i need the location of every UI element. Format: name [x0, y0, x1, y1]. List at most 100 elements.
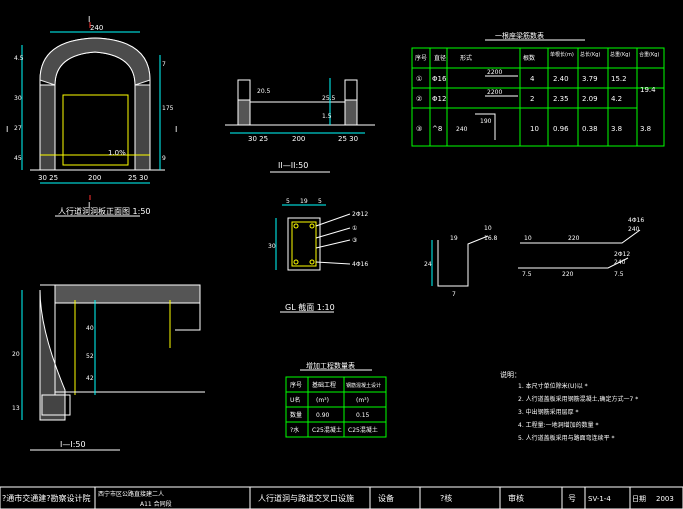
rebar-r1-no: ① [416, 75, 422, 83]
tb-project: 西宁市区公路直接建二人 [98, 490, 164, 498]
rebar-header-no: 序号 [415, 54, 427, 62]
section-mark-left: I [6, 125, 8, 134]
rebar-r3-shape2: 240 [456, 126, 468, 133]
rebar-header-shape: 形式 [460, 54, 472, 62]
qty-table-title: 增加工程数量表 [306, 361, 355, 370]
tb-designer: 设备 [378, 493, 394, 503]
arch-left-dim-3: 27 [14, 125, 22, 132]
section1-dim-3: 42 [86, 375, 94, 382]
tb-company: ?通市交通建?勘察设计院 [2, 493, 91, 503]
section-mark-top: I [88, 15, 90, 24]
section2-bottom-right: 25 30 [338, 135, 358, 143]
gl-top-dim-3: 5 [318, 198, 322, 205]
gl-bar-label-2: ① [352, 225, 357, 232]
shape3-dim-1: 7.5 [522, 271, 532, 278]
rebar-merged-total: 19.4 [640, 86, 656, 94]
shape2-dim-4: 240 [628, 226, 640, 233]
tb-number-label: 号 [568, 494, 576, 503]
rebar-table-title: 一根座梁筋数表 [495, 31, 544, 40]
arch-left-dim-1: 4.5 [14, 55, 24, 62]
qty-header-2: 钢筋混凝土设计 [346, 382, 381, 389]
rebar-r2-weight: 4.2 [611, 95, 622, 103]
arch-slope: 1.0% [108, 149, 126, 157]
qty-r1-c0: U名 [290, 396, 300, 404]
qty-r3-c2: C25混凝土 [348, 426, 378, 434]
qty-r3-c1: C25混凝土 [312, 426, 342, 434]
rebar-r3-unit-len: 0.96 [553, 125, 569, 133]
rebar-r1-shape: 2200 [487, 69, 502, 76]
section2-bottom-mid: 200 [292, 135, 305, 143]
rebar-r3-total-len: 0.38 [582, 125, 598, 133]
rebar-r3-count: 10 [530, 125, 539, 133]
tb-project2: A11 合同段 [140, 500, 172, 508]
shape1-dim-2: 24 [424, 261, 432, 268]
qty-r2-c0: 数量 [290, 411, 302, 419]
qty-r2-c2: 0.15 [356, 412, 370, 419]
section2-dim-1: 20.5 [257, 88, 271, 95]
tb-reviewer: ?核 [440, 493, 452, 503]
section-1-drawing [21, 284, 205, 451]
notes-title: 说明： [500, 370, 521, 379]
rebar-r1-weight: 15.2 [611, 75, 627, 83]
qty-r3-c0: ?水 [290, 426, 299, 434]
note-5: 5. 人行道盖板采用与路面弯连续平 * [518, 434, 615, 442]
tb-drawing-title: 人行道洞与路道交叉口设施 [258, 493, 354, 503]
arch-left-dim-2: 30 [14, 95, 22, 102]
qty-r1-c1: (m³) [316, 397, 329, 404]
tb-date-label: 日期 [632, 495, 646, 503]
qty-header-1: 基础工程 [312, 381, 336, 389]
rebar-header-dia: 直径 [434, 54, 446, 62]
section2-title: II—II:50 [278, 161, 308, 170]
arch-title: 人行道洞洞板正面图 1:50 [58, 206, 151, 216]
rebar-header-total-len: 总长(Kg) [580, 51, 600, 58]
shape3-dim-5: 240 [614, 259, 626, 266]
rebar-r1-dia: Φ16 [432, 75, 447, 83]
rebar-r2-count: 2 [530, 95, 534, 103]
shape1-dim-3: 7 [452, 291, 456, 298]
section-mark-right: I [175, 125, 177, 134]
tb-number: SV-1-4 [588, 495, 611, 503]
gl-top-dim-2: 19 [300, 198, 308, 205]
arch-right-dim-3: 9 [162, 155, 166, 162]
rebar-r3-weight: 3.8 [611, 125, 622, 133]
arch-dim-right: 25 30 [128, 174, 148, 182]
gl-bar-label-1: 2Φ12 [352, 211, 368, 218]
rebar-r2-dia: Φ12 [432, 95, 446, 103]
rebar-r2-no: ② [416, 95, 422, 103]
section-2-drawing [225, 78, 375, 173]
section2-bottom-left: 30 25 [248, 135, 268, 143]
shape3-dim-2: 220 [562, 271, 574, 278]
arch-top-width: 240 [90, 24, 103, 32]
note-1: 1. 本尺寸单位除米(U)以 * [518, 382, 588, 390]
tb-date: 2003 [656, 495, 674, 503]
section1-dim-1: 40 [86, 325, 94, 332]
cad-drawing: I I I I 240 1.0% 30 25 200 25 30 4.5 30 … [0, 15, 683, 509]
qty-header-0: 序号 [290, 381, 302, 389]
arch-left-dim-4: 45 [14, 155, 22, 162]
tb-approver: 审核 [508, 493, 524, 503]
note-3: 3. 中出钢筋采用层厚 * [518, 408, 579, 416]
gl-top-dim-1: 5 [286, 198, 290, 205]
gl-title: GL 截面 1:10 [285, 302, 335, 312]
shape1-dim-4: 10 [484, 225, 492, 232]
arch-dim-left: 30 25 [38, 174, 58, 182]
gl-left-dim: 30 [268, 243, 276, 250]
gl-bar-label-3: ③ [352, 237, 357, 244]
rebar-header-count: 根数 [523, 54, 535, 62]
arch-right-dim-2: 175 [162, 105, 174, 112]
note-4: 4. 工程量:一地洞增加的数量 * [518, 421, 599, 429]
gl-bar-label-4: 4Φ16 [352, 261, 368, 268]
rebar-r3-total: 3.8 [640, 125, 651, 133]
section1-dim-5: 13 [12, 405, 20, 412]
rebar-r2-shape: 2200 [487, 89, 502, 96]
rebar-r1-total-len: 3.79 [582, 75, 598, 83]
shape3-dim-3: 7.5 [614, 271, 624, 278]
rebar-r1-count: 4 [530, 75, 535, 83]
section2-dim-3: 1.5 [322, 113, 332, 120]
section1-dim-2: 52 [86, 353, 94, 360]
shape1-dim-5: 16.8 [484, 235, 498, 242]
section1-title: I—I:50 [60, 440, 86, 449]
rebar-header-unit-len: 单根长(m) [550, 51, 574, 58]
arch-dim-mid: 200 [88, 174, 101, 182]
shape2-dim-2: 220 [568, 235, 580, 242]
